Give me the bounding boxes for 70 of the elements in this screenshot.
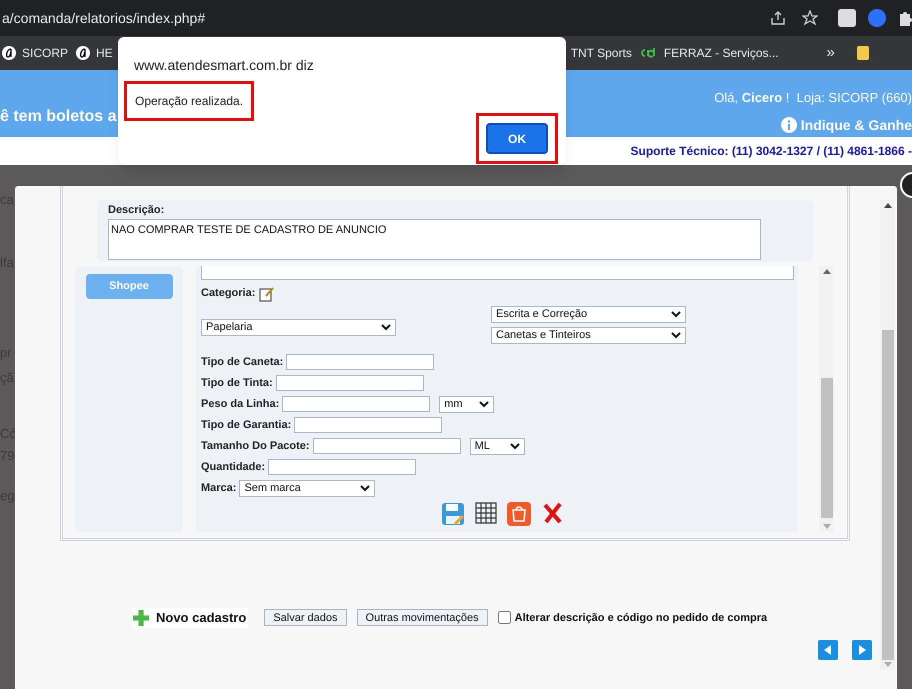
scrollbar-thumb[interactable] [882, 330, 894, 660]
field-label: Tamanho Do Pacote: [201, 438, 310, 454]
text-field[interactable] [268, 459, 416, 475]
action-button[interactable]: Outras movimentações [356, 609, 488, 626]
alert-message: Operação realizada. [135, 94, 244, 108]
field-label: Peso da Linha: [201, 396, 280, 412]
text-field[interactable] [282, 396, 430, 412]
text-field[interactable] [286, 354, 434, 370]
folder-icon [856, 46, 869, 60]
support-text: Suporte Técnico: (11) 3042-1327 / (11) 4861-1866 - [630, 143, 912, 160]
close-icon[interactable] [540, 502, 562, 524]
textarea-field[interactable] [201, 266, 794, 280]
chevron-down-icon [479, 400, 490, 408]
puzzle-icon[interactable] [898, 10, 912, 26]
scroll-down-icon[interactable] [884, 662, 892, 667]
bookmark[interactable]: HE [76, 44, 113, 62]
scrollbar-thumb[interactable] [820, 378, 832, 518]
star-icon[interactable] [802, 10, 818, 26]
text-field[interactable] [312, 438, 461, 454]
grid-icon[interactable] [474, 502, 496, 524]
subcategory-select[interactable]: Escrita e Correção [491, 306, 686, 322]
field-label: Tipo de Garantia: [201, 418, 292, 433]
action-button[interactable]: Salvar dados [264, 609, 347, 626]
address-bar[interactable]: a/comanda/relatorios/index.php# [0, 8, 770, 28]
bookmark[interactable]: TNT Sports [570, 44, 632, 62]
field-label: Quantidade: [201, 460, 266, 475]
description-textarea[interactable]: NAO COMPRAR TESTE DE CADASTRO DE ANUNCIO [108, 218, 761, 260]
alert-origin: www.atendesmart.com.br diz [134, 56, 315, 75]
plus-icon [132, 608, 150, 627]
bookmark[interactable]: SICORP [2, 44, 68, 62]
extension-icon[interactable] [838, 9, 856, 27]
edit-note-icon[interactable] [259, 286, 276, 302]
field-label: Marca: [201, 480, 236, 496]
extension-icon[interactable] [868, 9, 886, 27]
text-field[interactable] [294, 417, 442, 433]
checkbox[interactable] [498, 611, 511, 624]
category-label: Categoria: [201, 286, 256, 301]
chevron-down-icon [510, 442, 520, 450]
scroll-up-icon[interactable] [884, 203, 892, 208]
description-label: Descrição: [108, 203, 166, 218]
shopping-bag-icon[interactable] [506, 502, 530, 526]
scroll-down-icon[interactable] [822, 524, 830, 529]
info-icon [780, 117, 797, 133]
scrollbar[interactable] [819, 266, 834, 532]
scroll-up-icon[interactable] [822, 269, 830, 274]
chevron-down-icon [360, 484, 370, 492]
brand-select[interactable]: Sem marca [239, 480, 376, 496]
bookmark-logo-icon [76, 46, 90, 60]
new-record-button[interactable]: Novo cadastro [132, 608, 248, 628]
save-icon[interactable] [440, 502, 464, 526]
ok-button[interactable]: OK [486, 123, 548, 154]
chevron-down-icon [381, 324, 391, 330]
chevron-down-icon [671, 332, 681, 338]
banner-text: ê tem boletos a [0, 107, 116, 127]
unit-select[interactable]: ML [470, 438, 525, 454]
subcategory-select[interactable]: Canetas e Tinteiros [491, 326, 686, 344]
unit-select[interactable]: mm [439, 396, 494, 412]
text-field[interactable] [276, 375, 424, 391]
category-select[interactable]: Papelaria [201, 318, 396, 336]
bookmark-logo-icon [640, 47, 658, 59]
bookmarks-overflow[interactable]: » [826, 42, 835, 64]
field-label: Tipo de Caneta: [201, 354, 284, 370]
bookmark[interactable]: FERRAZ - Serviços... [640, 44, 778, 62]
bookmark-logo-icon [2, 46, 16, 60]
share-icon[interactable] [770, 10, 786, 26]
chevron-down-icon [671, 310, 681, 318]
checkbox-option[interactable]: Alterar descrição e código no pedido de compra [498, 610, 768, 626]
greeting-text: Olá, Cicero ! Loja: SICORP (660) [714, 89, 912, 107]
scrollbar[interactable] [880, 200, 895, 670]
field-label: Tipo de Tinta: [201, 376, 273, 391]
